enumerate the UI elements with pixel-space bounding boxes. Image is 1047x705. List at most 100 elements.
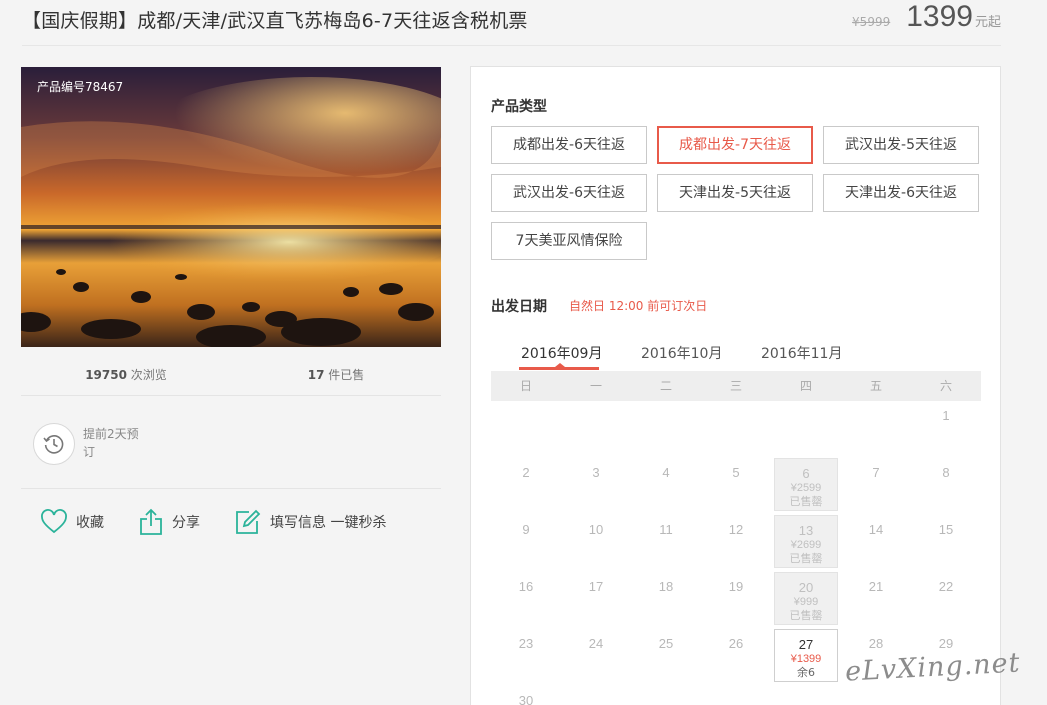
calendar-day: 13 ¥2699 已售罄 (774, 515, 838, 568)
sold-count: 17 件已售 (231, 358, 441, 395)
calendar-day: 19 (704, 572, 768, 625)
product-type-option[interactable]: 成都出发-7天往返 (657, 126, 813, 164)
month-tabs: 2016年09月 2016年10月 2016年11月 (491, 337, 981, 371)
weekday-label: 四 (799, 379, 812, 393)
weekday-label: 五 (869, 379, 882, 393)
calendar-day: 22 (914, 572, 978, 625)
day-number: 22 (938, 579, 954, 594)
day-number: 25 (658, 636, 674, 651)
product-title: 【国庆假期】成都/天津/武汉直飞苏梅岛6-7天往返含税机票 (22, 10, 528, 32)
share-button[interactable]: 分享 (138, 508, 200, 536)
active-month-caret (555, 363, 565, 367)
day-number: 7 (872, 465, 880, 480)
calendar-day: 6 ¥2599 已售罄 (774, 458, 838, 511)
calendar-day[interactable]: 27 ¥1399 余6 (774, 629, 838, 682)
advance-booking-text: 提前2天预订 (83, 427, 139, 459)
calendar-day: 23 (494, 629, 558, 682)
product-type-option[interactable]: 7天美亚风情保险 (491, 222, 647, 260)
day-number: 29 (938, 636, 954, 651)
favorite-button[interactable]: 收藏 (40, 509, 104, 535)
day-price: ¥2699 (790, 539, 822, 551)
favorite-label: 收藏 (76, 515, 104, 531)
day-price: ¥2599 (790, 482, 822, 494)
heart-icon (41, 509, 67, 534)
current-price: 1399 (906, 0, 973, 33)
day-price: ¥999 (793, 596, 819, 608)
product-type-option[interactable]: 成都出发-6天往返 (491, 126, 647, 164)
weekday-label: 二 (659, 379, 672, 393)
calendar-day: 3 (564, 458, 628, 511)
day-number: 11 (659, 522, 673, 537)
month-tab[interactable]: 2016年11月 (761, 343, 842, 363)
product-type-title: 产品类型 (491, 99, 547, 115)
calendar-day: 20 ¥999 已售罄 (774, 572, 838, 625)
day-number: 12 (728, 522, 744, 537)
day-number: 10 (588, 522, 604, 537)
day-number: 2 (522, 465, 530, 480)
weekday-label: 三 (729, 379, 742, 393)
sunset-image (21, 67, 441, 347)
calendar-day: 5 (704, 458, 768, 511)
weekday-header: 日一二三四五六 (491, 371, 981, 401)
calendar-day: 25 (634, 629, 698, 682)
calendar-day: 24 (564, 629, 628, 682)
calendar-day: 4 (634, 458, 698, 511)
month-tab[interactable]: 2016年10月 (641, 343, 722, 363)
calendar-day: 16 (494, 572, 558, 625)
calendar-day: 9 (494, 515, 558, 568)
day-number: 24 (588, 636, 604, 651)
sold-count-label: 件已售 (324, 368, 365, 382)
day-number: 19 (728, 579, 744, 594)
day-number: 6 (802, 466, 810, 481)
sold-count-number: 17 (307, 368, 325, 382)
original-price: ¥5999 (852, 15, 891, 29)
fill-info-button[interactable]: 填写信息 一键秒杀 (234, 509, 386, 535)
calendar-day: 18 (634, 572, 698, 625)
calendar-day: 15 (914, 515, 978, 568)
day-number: 5 (732, 465, 740, 480)
day-status: 已售罄 (789, 495, 823, 508)
calendar-day: 26 (704, 629, 768, 682)
calendar-day: 11 (634, 515, 698, 568)
price-unit: 元起 (974, 15, 1001, 30)
view-count-number: 19750 (85, 368, 127, 382)
product-type-option[interactable]: 天津出发-5天往返 (657, 174, 813, 212)
history-clock-icon (33, 423, 75, 465)
day-number: 27 (798, 637, 814, 652)
day-number: 28 (868, 636, 884, 651)
calendar-day: 10 (564, 515, 628, 568)
day-status: 已售罄 (789, 609, 823, 622)
day-number: 3 (592, 465, 600, 480)
day-number: 30 (518, 693, 534, 705)
booking-panel: 产品类型 成都出发-6天往返 成都出发-7天往返 武汉出发-5天往返武汉出发-6天往… (470, 66, 1001, 705)
calendar-day: 8 (914, 458, 978, 511)
advance-booking-notice: 提前2天预订 (33, 423, 145, 465)
departure-date-title: 出发日期 (491, 299, 547, 315)
product-photo[interactable]: 产品编号78467 (21, 67, 441, 347)
price-block: ¥5999 1399 元起 (852, 0, 1001, 34)
view-count: 19750 次浏览 (21, 358, 231, 395)
month-tab[interactable]: 2016年09月 (521, 343, 602, 363)
product-type-option[interactable]: 天津出发-6天往返 (823, 174, 979, 212)
calendar-day: 2 (494, 458, 558, 511)
day-number: 13 (798, 523, 814, 538)
product-number: 产品编号78467 (37, 80, 124, 94)
day-number: 1 (942, 408, 950, 423)
calendar-day: 12 (704, 515, 768, 568)
day-number: 14 (868, 522, 884, 537)
product-type-option[interactable]: 武汉出发-5天往返 (823, 126, 979, 164)
day-price: ¥1399 (790, 653, 822, 665)
day-number: 20 (798, 580, 814, 595)
active-month-underline (519, 367, 599, 370)
view-count-label: 次浏览 (126, 368, 167, 382)
action-bar: 收藏 分享 填写信息 一键秒杀 (40, 508, 420, 536)
fill-info-label: 填写信息 一键秒杀 (270, 515, 387, 531)
day-number: 8 (942, 465, 950, 480)
day-number: 18 (658, 579, 674, 594)
share-label: 分享 (172, 515, 200, 531)
product-type-option[interactable]: 武汉出发-6天往返 (491, 174, 647, 212)
calendar-day: 1 (914, 401, 978, 454)
day-status: 余6 (797, 666, 815, 679)
day-number: 26 (728, 636, 744, 651)
weekday-label: 一 (589, 379, 602, 393)
